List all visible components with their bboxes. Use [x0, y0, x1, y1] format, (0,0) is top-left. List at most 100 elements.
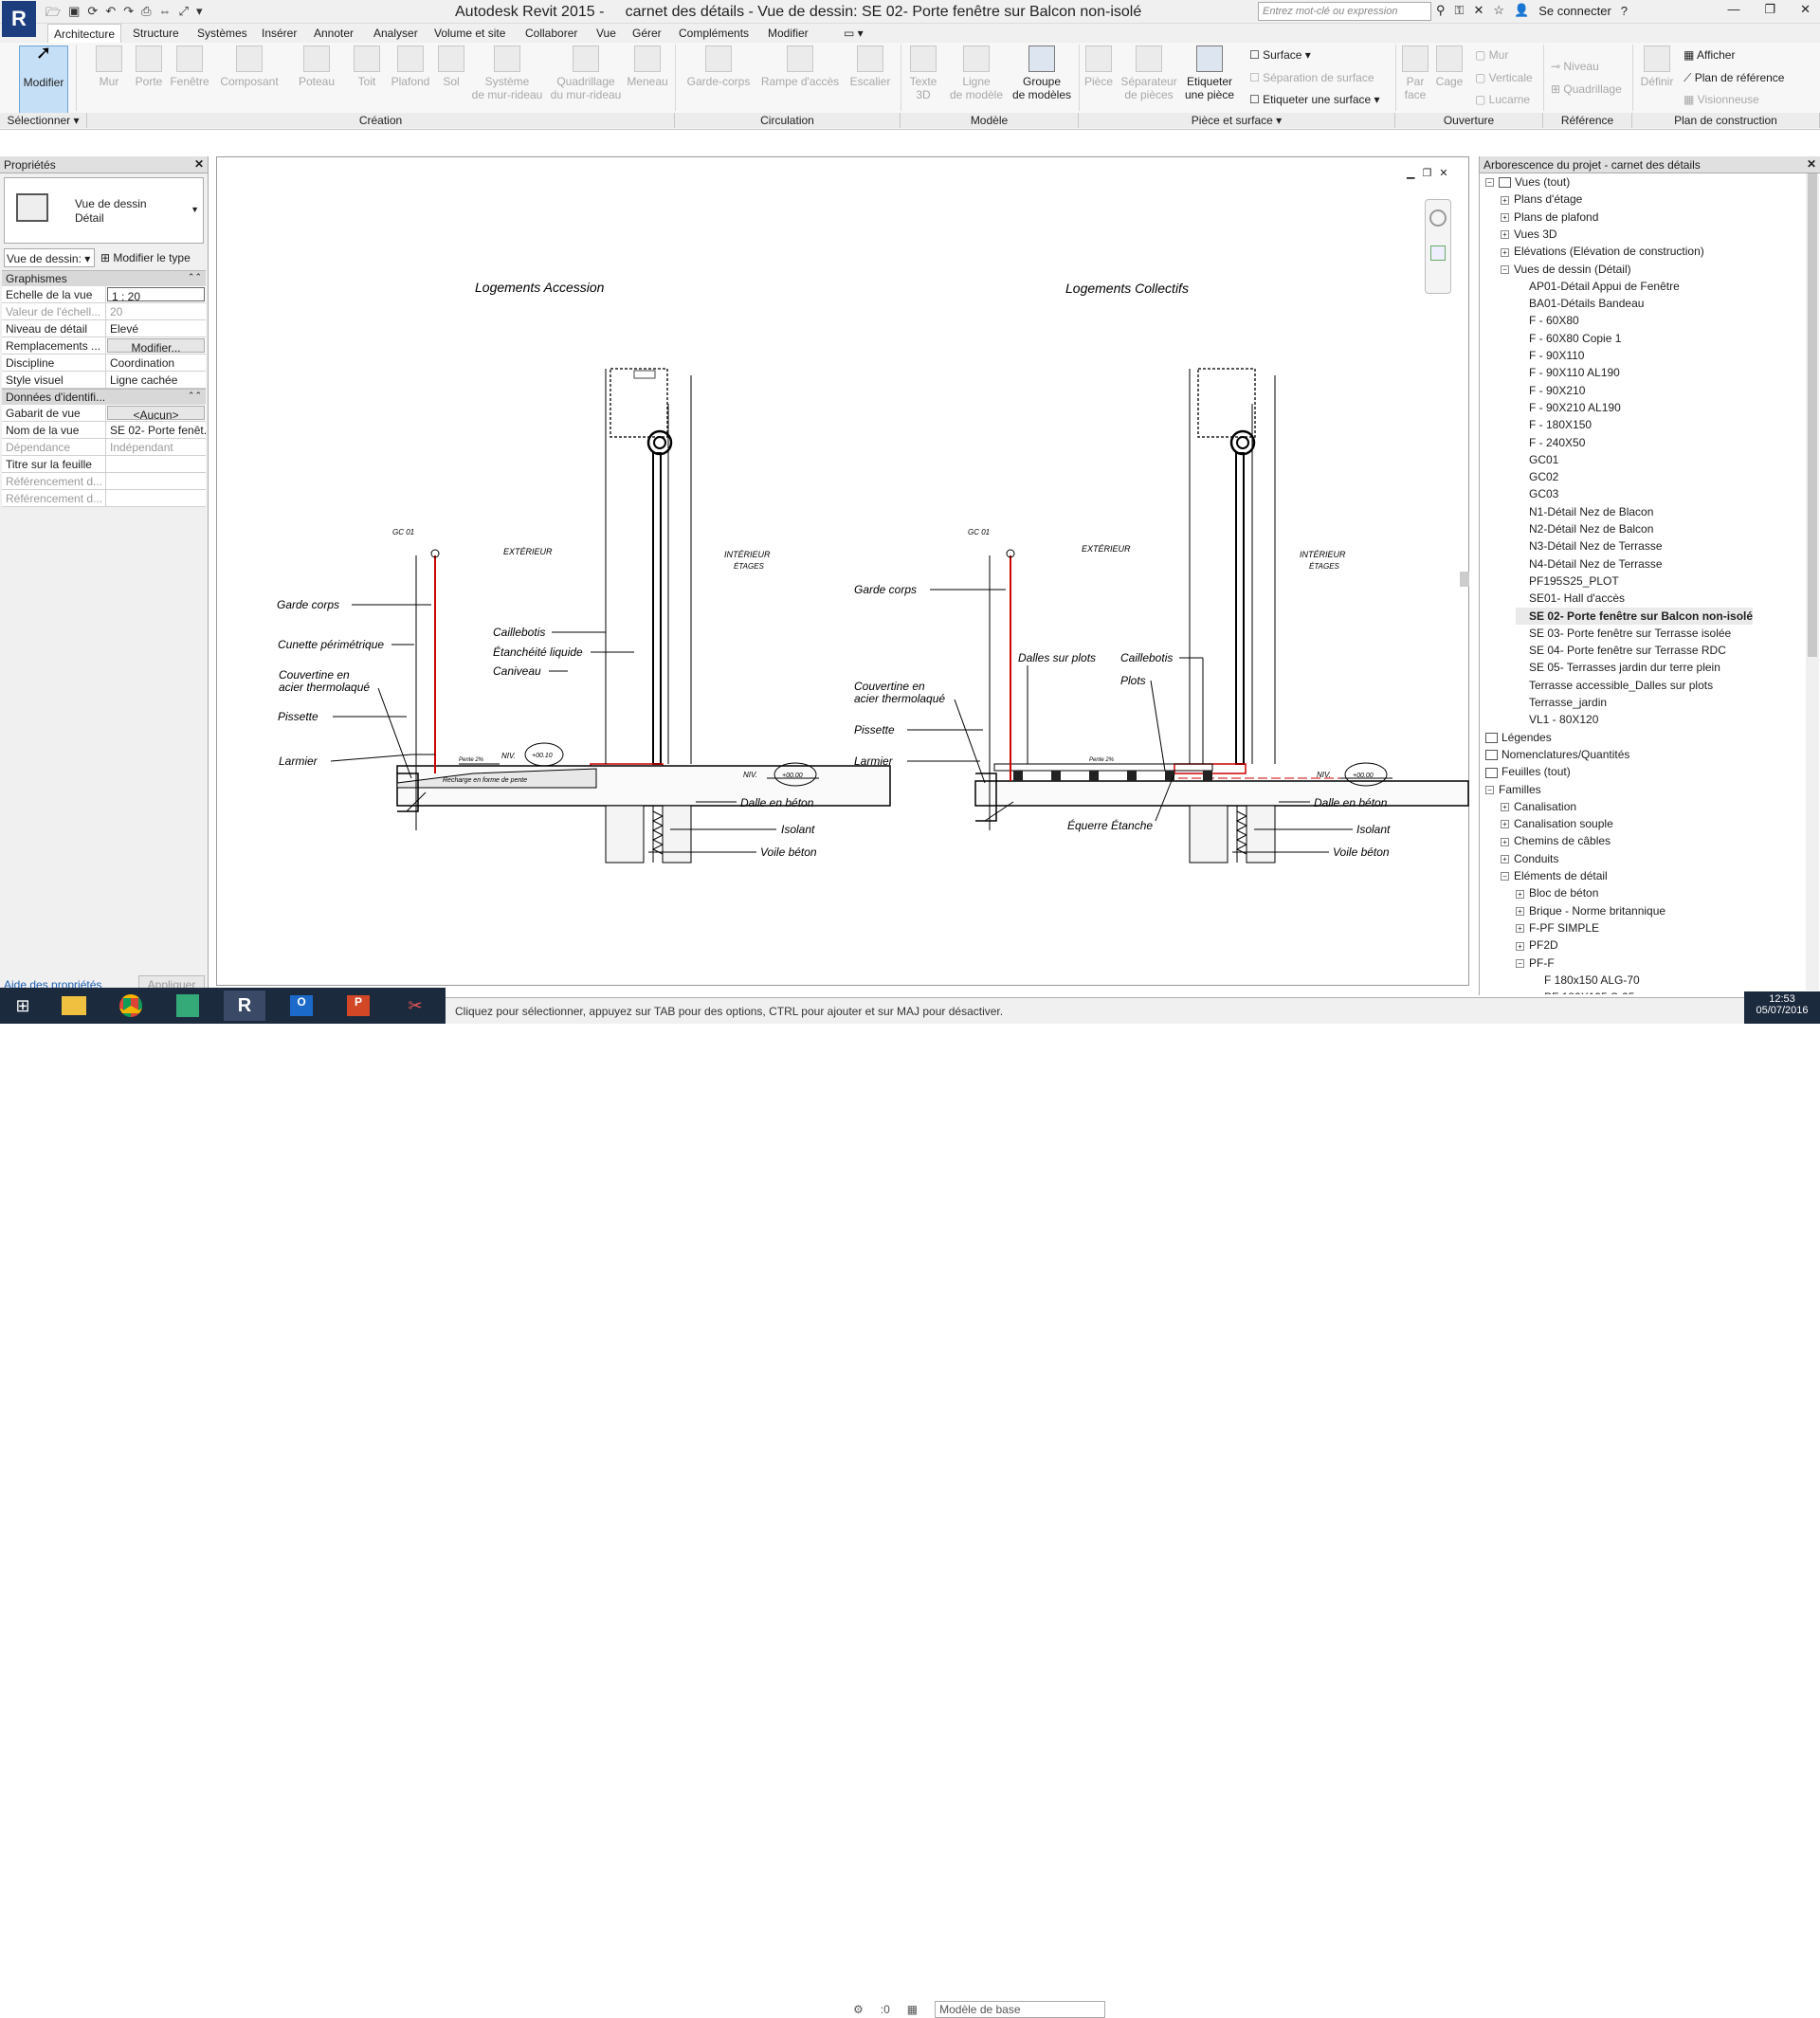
- subscription-icon[interactable]: ⚿: [1455, 3, 1465, 18]
- area-button[interactable]: ☐ Surface ▾: [1249, 48, 1311, 62]
- outlook-taskbar-icon[interactable]: O: [281, 991, 322, 1021]
- tab-architecture[interactable]: Architecture: [47, 24, 122, 43]
- select-panel-label[interactable]: Sélectionner ▾: [0, 113, 87, 128]
- tree-item[interactable]: − Eléments de détail: [1501, 867, 1608, 884]
- tree-item[interactable]: GC02: [1516, 468, 1558, 485]
- tree-item[interactable]: SE 02- Porte fenêtre sur Balcon non-isol…: [1516, 607, 1754, 625]
- tree-item[interactable]: F - 180X150: [1516, 416, 1592, 433]
- tab-annoter[interactable]: Annoter: [308, 26, 359, 41]
- window-button[interactable]: Fenêtre: [169, 45, 210, 88]
- expand-icon[interactable]: +: [1501, 230, 1509, 240]
- user-icon[interactable]: 👤: [1514, 3, 1529, 18]
- customize-icon[interactable]: ▾: [196, 4, 203, 25]
- exchange-icon[interactable]: ✕: [1473, 3, 1483, 18]
- revit-taskbar-icon[interactable]: R: [224, 991, 265, 1021]
- tree-item[interactable]: SE 03- Porte fenêtre sur Terrasse isolée: [1516, 625, 1731, 642]
- vertical-opening-button[interactable]: ▢ Verticale: [1475, 71, 1533, 84]
- model-selector[interactable]: Modèle de base: [935, 2001, 1106, 2018]
- stair-button[interactable]: Escalier: [847, 45, 893, 88]
- tree-item[interactable]: F - 90X210: [1516, 382, 1585, 399]
- signin-button[interactable]: Se connecter: [1538, 4, 1611, 18]
- snipping-taskbar-icon[interactable]: ✂: [394, 991, 436, 1021]
- ref-plane-button[interactable]: ⟋ Plan de référence: [1684, 71, 1784, 85]
- wall-button[interactable]: Mur: [95, 45, 123, 88]
- area-boundary-button[interactable]: ☐ Séparation de surface: [1249, 71, 1374, 84]
- navigation-bar[interactable]: [1425, 199, 1451, 294]
- tree-item[interactable]: F - 60X80 Copie 1: [1516, 330, 1621, 347]
- curtain-grid-button[interactable]: Quadrillage du mur-rideau: [550, 45, 622, 101]
- expand-icon[interactable]: +: [1501, 212, 1509, 222]
- shaft-button[interactable]: Cage: [1433, 45, 1465, 88]
- tree-item[interactable]: N2-Détail Nez de Balcon: [1516, 520, 1653, 537]
- level-button[interactable]: ⊸ Niveau: [1551, 60, 1599, 73]
- powerpoint-taskbar-icon[interactable]: P: [337, 991, 379, 1021]
- viewer-button[interactable]: ▦ Visionneuse: [1684, 93, 1759, 106]
- star-icon[interactable]: ☆: [1493, 3, 1504, 18]
- panel-piece-surface[interactable]: Pièce et surface ▾: [1079, 113, 1395, 128]
- sheet-title-value[interactable]: [106, 456, 206, 472]
- tree-item[interactable]: F - 60X80: [1516, 312, 1579, 329]
- help-icon[interactable]: ?: [1621, 4, 1628, 18]
- tree-item[interactable]: N3-Détail Nez de Terrasse: [1516, 537, 1663, 554]
- by-face-button[interactable]: Par face: [1401, 45, 1429, 101]
- tab-vue[interactable]: Vue: [591, 26, 622, 41]
- close-icon[interactable]: ✕: [194, 157, 204, 171]
- railing-button[interactable]: Garde-corps: [684, 45, 753, 88]
- tree-item[interactable]: Terrasse accessible_Dalles sur plots: [1516, 677, 1713, 694]
- view-name-value[interactable]: SE 02- Porte fenêt...: [106, 422, 206, 438]
- expand-icon[interactable]: +: [1501, 855, 1509, 864]
- expand-icon[interactable]: +: [1501, 195, 1509, 205]
- show-workplane-button[interactable]: ▦ Afficher: [1684, 48, 1735, 62]
- expand-icon[interactable]: +: [1516, 906, 1524, 916]
- tree-item[interactable]: − Familles: [1485, 781, 1541, 798]
- close-icon[interactable]: ✕: [1800, 2, 1811, 17]
- tree-item[interactable]: VL1 - 80X120: [1516, 711, 1598, 728]
- tree-item[interactable]: + Canalisation souple: [1501, 815, 1613, 832]
- roof-button[interactable]: Toit: [353, 45, 381, 88]
- door-button[interactable]: Porte: [133, 45, 165, 88]
- expand-icon[interactable]: +: [1516, 924, 1524, 934]
- model-line-button[interactable]: Ligne de modèle: [948, 45, 1005, 101]
- start-button[interactable]: ⊞: [2, 991, 44, 1021]
- minimize-view-icon[interactable]: ▁: [1407, 167, 1414, 179]
- view-template-button[interactable]: <Aucun>: [107, 406, 205, 420]
- tree-item[interactable]: Nomenclatures/Quantités: [1485, 746, 1629, 763]
- tab-analyser[interactable]: Analyser: [368, 26, 424, 41]
- tree-item[interactable]: − Vues de dessin (Détail): [1501, 261, 1631, 278]
- ramp-button[interactable]: Rampe d'accès: [758, 45, 842, 88]
- model-text-button[interactable]: Texte 3D: [906, 45, 940, 101]
- tab-collaborer[interactable]: Collaborer: [519, 26, 583, 41]
- tree-item[interactable]: + Vues 3D: [1501, 226, 1557, 243]
- tree-item[interactable]: PF195S25_PLOT: [1516, 573, 1619, 590]
- tree-item[interactable]: + Chemins de câbles: [1501, 832, 1611, 849]
- edit-type-button[interactable]: ⊞ Modifier le type: [100, 251, 191, 264]
- tree-item[interactable]: Légendes: [1485, 729, 1552, 746]
- application-menu-button[interactable]: R: [2, 1, 36, 37]
- collapse-icon[interactable]: −: [1501, 264, 1509, 274]
- wall-opening-button[interactable]: ▢ Mur: [1475, 48, 1508, 62]
- curtain-system-button[interactable]: Système de mur-rideau: [470, 45, 544, 101]
- set-workplane-button[interactable]: Définir: [1638, 45, 1676, 88]
- taskbar-clock[interactable]: 12:53 05/07/2016: [1744, 991, 1820, 1024]
- room-button[interactable]: Pièce: [1083, 45, 1115, 88]
- expand-icon[interactable]: +: [1501, 803, 1509, 812]
- instance-filter-dropdown[interactable]: Vue de dessin: ▾: [4, 248, 95, 267]
- redo-icon[interactable]: ↷: [123, 4, 134, 25]
- tree-item[interactable]: GC01: [1516, 451, 1558, 468]
- measure-icon[interactable]: ⇔: [159, 4, 172, 25]
- tree-item[interactable]: BA01-Détails Bandeau: [1516, 295, 1644, 312]
- scroll-thumb[interactable]: [1460, 572, 1469, 587]
- explorer-taskbar-icon[interactable]: [53, 991, 95, 1021]
- print-icon[interactable]: ⎙: [141, 4, 151, 25]
- expand-icon[interactable]: +: [1516, 889, 1524, 899]
- tree-item[interactable]: + Canalisation: [1501, 798, 1576, 815]
- tab-volume-site[interactable]: Volume et site: [428, 26, 511, 41]
- tree-item[interactable]: F - 240X50: [1516, 434, 1585, 451]
- collapse-icon[interactable]: −: [1485, 178, 1494, 188]
- mullion-button[interactable]: Meneau: [626, 45, 669, 88]
- drawing-canvas[interactable]: Logements Accession Recharge en forme de…: [216, 156, 1469, 986]
- worksets-icon[interactable]: ⚙: [853, 2003, 864, 2016]
- collapse-icon[interactable]: −: [1516, 958, 1524, 968]
- minimize-icon[interactable]: —: [1727, 2, 1739, 17]
- expand-icon[interactable]: +: [1501, 837, 1509, 846]
